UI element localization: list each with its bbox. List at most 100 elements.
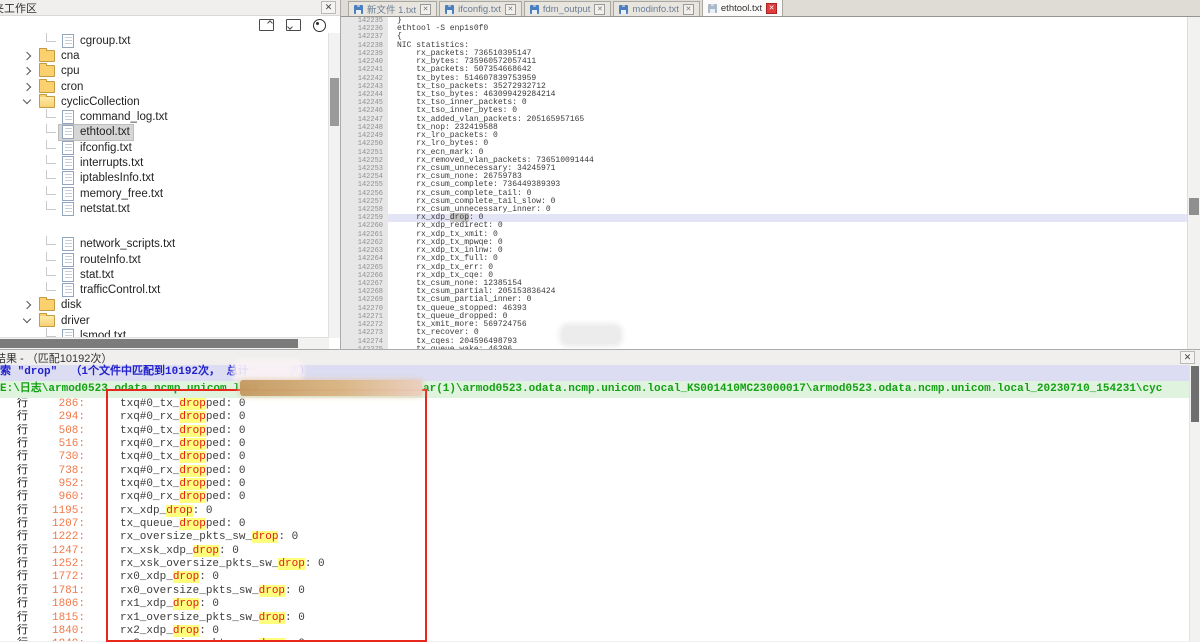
tree-item-stat.txt[interactable]: stat.txt <box>0 267 329 282</box>
chevron-down-icon[interactable] <box>23 315 31 323</box>
result-file-path-line[interactable]: E:\日志\armod0523.odata.ncmp.unicom.locaar… <box>0 381 1190 399</box>
result-row[interactable]: 行1840:rx2_xdp_drop: 0 <box>0 625 1190 638</box>
workspace-close-icon[interactable]: ✕ <box>321 1 336 14</box>
tree-item-inner: ifconfig.txt <box>59 140 135 155</box>
close-tab-icon[interactable]: ✕ <box>766 3 777 14</box>
tree-item-memory_free.txt[interactable]: memory_free.txt <box>0 186 329 201</box>
result-row[interactable]: 行1207:tx_queue_dropped: 0 <box>0 518 1190 531</box>
result-row[interactable]: 行286:txq#0_tx_dropped: 0 <box>0 398 1190 411</box>
editor-text-area[interactable]: 142235}142236ethtool -S enp1s0f0142237{1… <box>341 17 1188 349</box>
tree-item-disk[interactable]: disk <box>0 298 329 313</box>
line-number: 142258 <box>341 206 388 214</box>
match-highlight: drop <box>179 518 205 530</box>
file-icon <box>62 110 74 124</box>
tree-item-label: netstat.txt <box>80 203 130 215</box>
editor-vertical-scrollbar[interactable] <box>1187 17 1200 349</box>
tab-ethtool.txt[interactable]: ethtool.txt✕ <box>702 0 783 16</box>
tree-item-command_log.txt[interactable]: command_log.txt <box>0 109 329 124</box>
result-line-number: 1781: <box>28 585 85 598</box>
tree-item-ethtool.txt[interactable]: ethtool.txt <box>0 125 329 140</box>
close-tab-icon[interactable]: ✕ <box>594 4 605 15</box>
close-tab-icon[interactable]: ✕ <box>505 4 516 15</box>
result-row[interactable]: 行952:txq#0_tx_dropped: 0 <box>0 478 1190 491</box>
result-row[interactable]: 行730:txq#0_tx_dropped: 0 <box>0 451 1190 464</box>
result-row[interactable]: 行1222:rx_oversize_pkts_sw_drop: 0 <box>0 531 1190 544</box>
tab-ifconfig.txt[interactable]: ifconfig.txt✕ <box>439 1 522 16</box>
tree-horizontal-scrollbar[interactable] <box>0 337 329 349</box>
tree-item-ifconfig.txt[interactable]: ifconfig.txt <box>0 140 329 155</box>
result-row[interactable]: 行960:rxq#0_rx_dropped: 0 <box>0 491 1190 504</box>
scrollbar-thumb[interactable] <box>330 78 339 126</box>
result-row[interactable]: 行1252:rx_xsk_oversize_pkts_sw_drop: 0 <box>0 558 1190 571</box>
tree-vertical-scrollbar[interactable] <box>328 33 340 338</box>
line-number: 142236 <box>341 25 388 33</box>
chevron-down-icon[interactable] <box>23 96 31 104</box>
tree-item-interrupts.txt[interactable]: interrupts.txt <box>0 155 329 170</box>
file-path-left: E:\日志\armod0523.odata.ncmp.unicom.loca <box>0 383 260 395</box>
match-highlight: drop <box>179 451 205 463</box>
result-row[interactable]: 行1781:rx0_oversize_pkts_sw_drop: 0 <box>0 585 1190 598</box>
tree-item-netstat.txt[interactable]: netstat.txt <box>0 201 329 216</box>
tab-新文件 1.txt[interactable]: 新文件 1.txt✕ <box>348 1 437 16</box>
results-close-icon[interactable]: ✕ <box>1180 351 1195 364</box>
line-text: rx_xdp_tx_full: 0 <box>388 255 1188 263</box>
result-row[interactable]: 行738:rxq#0_rx_dropped: 0 <box>0 465 1190 478</box>
result-row[interactable]: 行1815:rx1_oversize_pkts_sw_drop: 0 <box>0 612 1190 625</box>
tree-connector <box>46 33 56 42</box>
match-highlight: drop <box>173 625 199 637</box>
line-label: 行 <box>17 478 28 491</box>
tree-item-cpu[interactable]: cpu <box>0 64 329 79</box>
scrollbar-thumb[interactable] <box>1191 366 1199 422</box>
chevron-right-icon[interactable] <box>23 52 31 60</box>
tree-item-cgroup.txt[interactable]: cgroup.txt <box>0 33 329 48</box>
scrollbar-thumb[interactable] <box>0 339 298 348</box>
file-icon <box>62 156 74 170</box>
result-row[interactable]: 行1806:rx1_xdp_drop: 0 <box>0 598 1190 611</box>
tree-item-routeInfo.txt[interactable]: routeInfo.txt <box>0 252 329 267</box>
scrollbar-thumb[interactable] <box>1189 198 1199 215</box>
tree-item-network_scripts.txt[interactable]: network_scripts.txt <box>0 237 329 252</box>
result-row[interactable]: 行508:txq#0_tx_dropped: 0 <box>0 425 1190 438</box>
tab-fdm_output[interactable]: fdm_output✕ <box>524 1 612 16</box>
line-number: 142249 <box>341 132 388 140</box>
tree-item-label: cna <box>61 50 80 62</box>
line-number: 142274 <box>341 338 388 346</box>
collapse-pane-icon[interactable] <box>286 19 301 31</box>
editor-line[interactable]: 142236ethtool -S enp1s0f0 <box>341 25 1188 33</box>
line-number: 142240 <box>341 58 388 66</box>
tree-gap <box>0 217 329 237</box>
locate-file-icon[interactable] <box>313 19 326 32</box>
close-tab-icon[interactable]: ✕ <box>683 4 694 15</box>
results-body: 索 "drop" （1个文件中匹配到10192次， 总计次） E:\日志\arm… <box>0 365 1200 641</box>
tree-item-cyclicCollection[interactable]: cyclicCollection <box>0 94 329 109</box>
chevron-right-icon[interactable] <box>23 82 31 90</box>
result-row[interactable]: 行516:rxq#0_rx_dropped: 0 <box>0 438 1190 451</box>
expand-pane-icon[interactable] <box>259 19 274 31</box>
line-number: 142263 <box>341 247 388 255</box>
tree-item-trafficControl.txt[interactable]: trafficControl.txt <box>0 282 329 297</box>
tree-connector <box>46 109 56 118</box>
tree-connector <box>46 282 56 291</box>
tree-item-label: network_scripts.txt <box>80 238 175 250</box>
tab-modinfo.txt[interactable]: modinfo.txt✕ <box>613 1 699 16</box>
result-row[interactable]: 行294:rxq#0_rx_dropped: 0 <box>0 411 1190 424</box>
chevron-right-icon[interactable] <box>23 301 31 309</box>
tree-item-cna[interactable]: cna <box>0 48 329 63</box>
tree-item-iptablesInfo.txt[interactable]: iptablesInfo.txt <box>0 171 329 186</box>
tree-item-cron[interactable]: cron <box>0 79 329 94</box>
results-vertical-scrollbar[interactable] <box>1189 365 1200 641</box>
tree-connector <box>46 328 56 337</box>
match-highlight: drop <box>179 438 205 450</box>
result-row[interactable]: 行1247:rx_xsk_xdp_drop: 0 <box>0 545 1190 558</box>
result-text: rx1_xdp_drop: 0 <box>120 598 219 611</box>
tree-item-label: routeInfo.txt <box>80 254 141 266</box>
tree-item-driver[interactable]: driver <box>0 313 329 328</box>
result-row[interactable]: 行1772:rx0_xdp_drop: 0 <box>0 571 1190 584</box>
save-icon <box>445 5 454 14</box>
chevron-right-icon[interactable] <box>23 67 31 75</box>
close-tab-icon[interactable]: ✕ <box>420 4 431 15</box>
match-highlight: drop <box>278 558 304 570</box>
result-row[interactable]: 行1195:rx_xdp_drop: 0 <box>0 505 1190 518</box>
search-summary-line[interactable]: 索 "drop" （1个文件中匹配到10192次， 总计次） <box>0 365 1190 381</box>
line-number: 142264 <box>341 255 388 263</box>
